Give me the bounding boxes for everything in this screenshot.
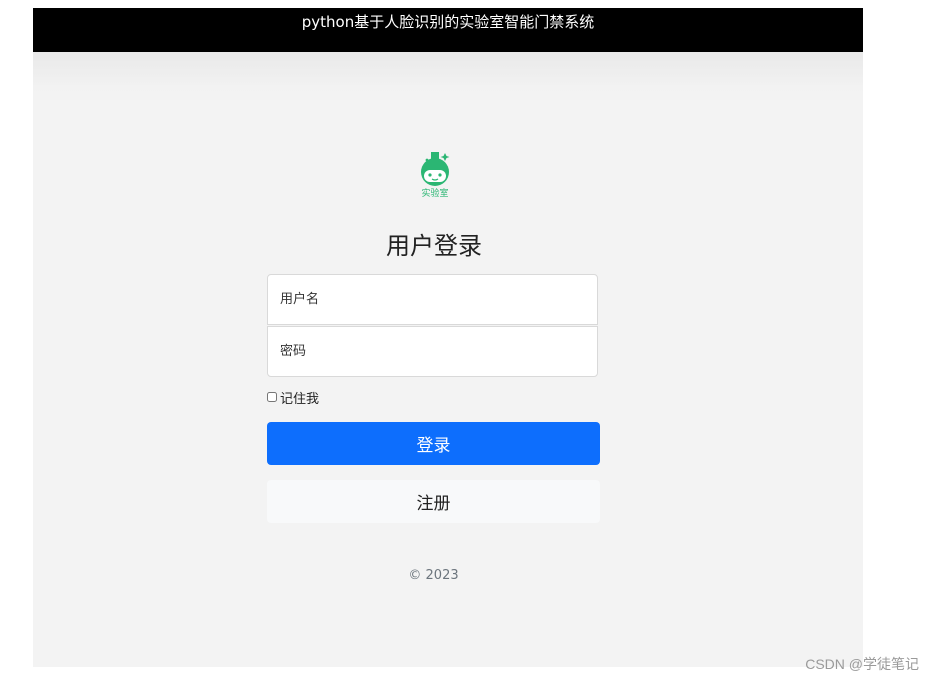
flask-face-icon	[421, 152, 450, 186]
register-button[interactable]: 注册	[267, 480, 600, 523]
username-input[interactable]	[267, 274, 598, 325]
logo-text: 实验室	[421, 189, 449, 199]
copyright-text: © 2023	[408, 568, 459, 583]
remember-me[interactable]: 记住我	[267, 388, 320, 407]
password-input[interactable]	[267, 326, 598, 377]
remember-me-label: 记住我	[280, 391, 320, 407]
login-button[interactable]: 登录	[267, 422, 600, 465]
title-shade	[33, 52, 863, 92]
app-window: python基于人脸识别的实验室智能门禁系统 实验室 用户登录 记住我 登录 注…	[33, 8, 863, 667]
csdn-watermark: CSDN @学徒笔记	[805, 656, 919, 672]
remember-me-checkbox[interactable]	[267, 392, 277, 402]
login-heading: 用户登录	[386, 232, 482, 260]
window-title: python基于人脸识别的实验室智能门禁系统	[33, 8, 863, 52]
lab-logo: 实验室	[415, 148, 455, 204]
